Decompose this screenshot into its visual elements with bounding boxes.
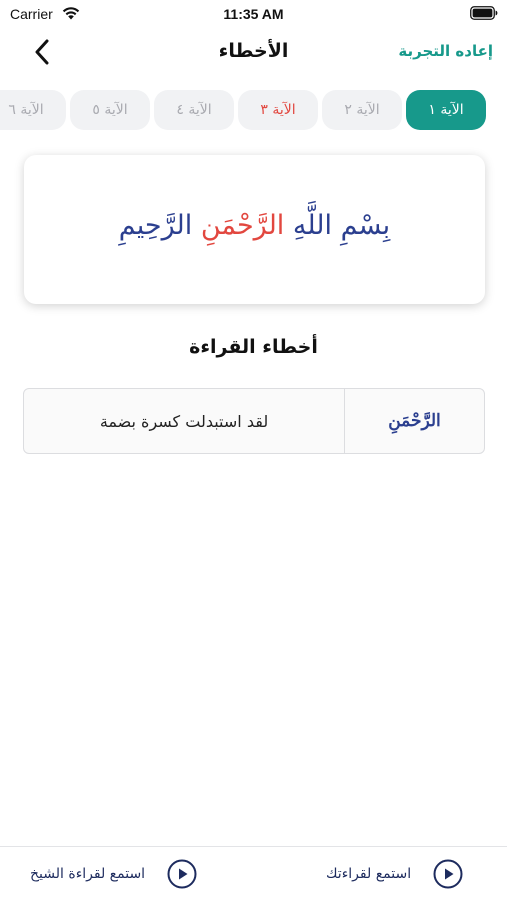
verse-error-word: الرَّحْمَنِ (200, 210, 285, 241)
tab-verse-4[interactable]: الآية ٤ (154, 90, 234, 130)
play-icon (433, 859, 463, 889)
app-screen: Carrier 11:35 AM الأخطاء إعاده التجربة ا… (0, 0, 507, 900)
tab-verse-6[interactable]: الآية ٦ (0, 90, 66, 130)
tab-verse-2[interactable]: الآية ٢ (322, 90, 402, 130)
verse-tabs: الآية ١ الآية ٢ الآية ٣ الآية ٤ الآية ٥ … (0, 90, 507, 132)
verse-text-end: الرَّحِيمِ (118, 210, 201, 241)
tab-verse-1[interactable]: الآية ١ (406, 90, 486, 130)
verse-text-start: بِسْمِ اللَّهِ (284, 210, 391, 241)
bottom-bar: استمع لقراءة الشيخ استمع لقراءتك (0, 846, 507, 900)
verse-text: بِسْمِ اللَّهِ الرَّحْمَنِ الرَّحِيمِ (119, 210, 390, 241)
tab-verse-3[interactable]: الآية ٣ (238, 90, 318, 130)
listen-sheikh-label: استمع لقراءة الشيخ (30, 866, 146, 882)
listen-sheikh-button[interactable]: استمع لقراءة الشيخ (30, 857, 197, 891)
status-time: 11:35 AM (223, 6, 284, 22)
listen-mine-button[interactable]: استمع لقراءتك (326, 857, 463, 891)
error-description: لقد استبدلت كسرة بضمة (99, 411, 269, 431)
retry-button[interactable]: إعاده التجربة (398, 42, 493, 60)
listen-mine-label: استمع لقراءتك (326, 866, 412, 882)
play-icon (167, 859, 197, 889)
reading-errors-title: أخطاء القراءة (189, 336, 318, 358)
navigation-bar: الأخطاء إعاده التجربة (0, 30, 507, 74)
verse-card: بِسْمِ اللَّهِ الرَّحْمَنِ الرَّحِيمِ (24, 155, 485, 304)
battery-icon (470, 6, 498, 20)
error-row: لقد استبدلت كسرة بضمة الرَّحْمَنِ (23, 388, 485, 454)
status-bar: Carrier 11:35 AM (0, 0, 507, 28)
error-word: الرَّحْمَنِ (388, 411, 441, 431)
tab-verse-5[interactable]: الآية ٥ (70, 90, 150, 130)
